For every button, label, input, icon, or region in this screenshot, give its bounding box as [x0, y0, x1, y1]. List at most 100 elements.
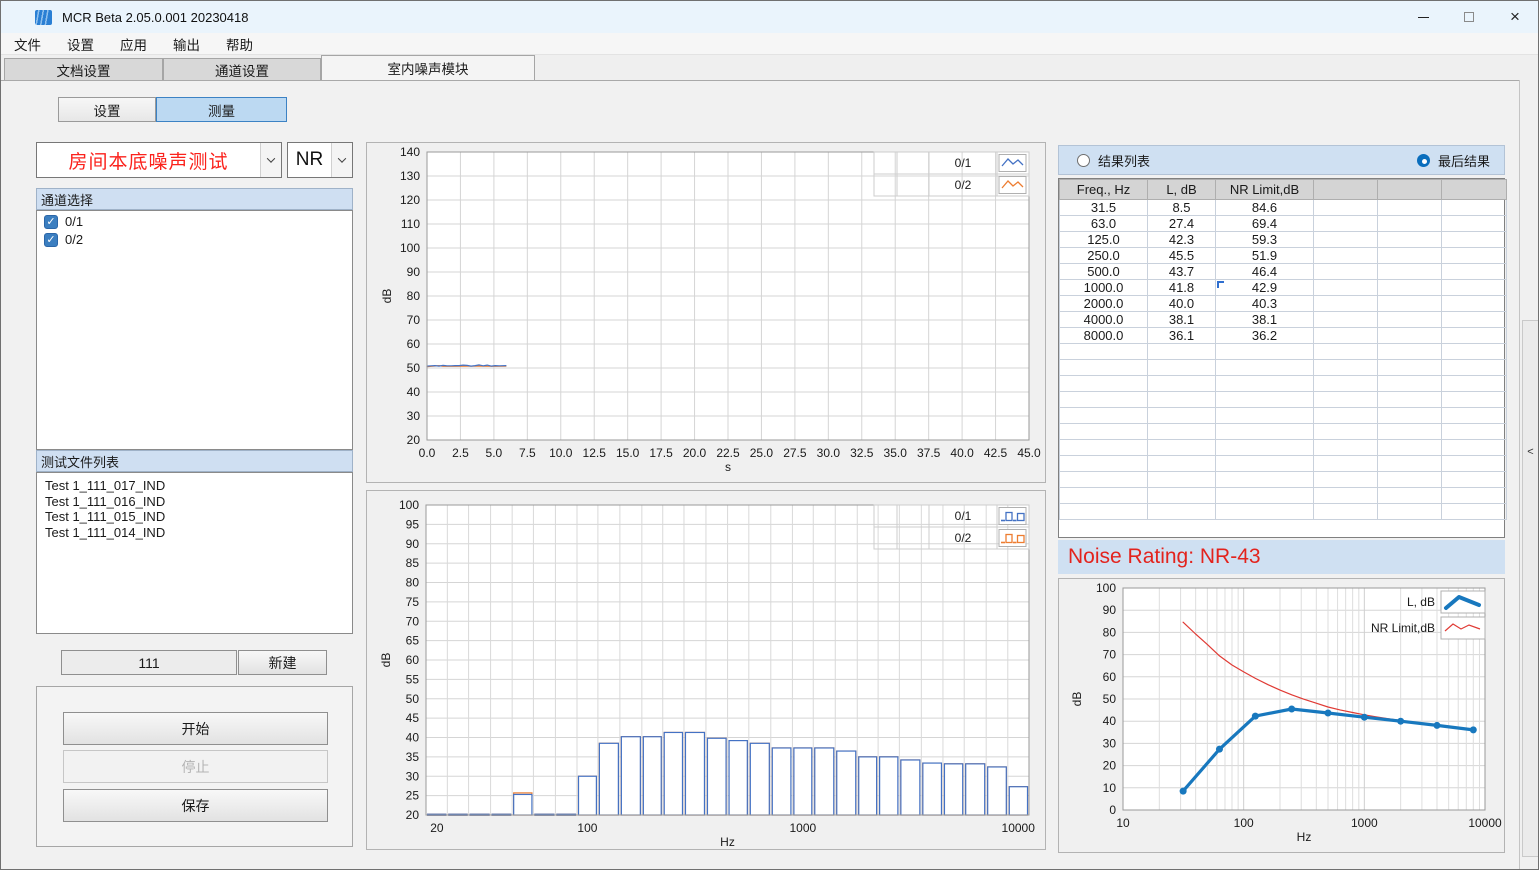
table-row[interactable]: 63.027.469.4 [1060, 216, 1507, 232]
main-tab-0[interactable]: 文档设置 [4, 58, 163, 80]
table-cell [1442, 504, 1507, 520]
svg-text:L, dB: L, dB [1407, 595, 1435, 609]
table-row[interactable] [1060, 440, 1507, 456]
svg-text:35.0: 35.0 [884, 446, 908, 460]
table-header-cell: Freq., Hz [1060, 180, 1148, 200]
table-cell: 46.4 [1216, 264, 1314, 280]
table-cell [1148, 408, 1216, 424]
table-cell [1314, 344, 1378, 360]
table-cell [1442, 392, 1507, 408]
table-cell: 84.6 [1216, 200, 1314, 216]
file-name-input[interactable]: 111 [61, 650, 237, 675]
table-row[interactable] [1060, 344, 1507, 360]
file-item-2[interactable]: Test 1_111_015_IND [37, 509, 352, 525]
table-row[interactable]: 2000.040.040.3 [1060, 296, 1507, 312]
table-header-cell: L, dB [1148, 180, 1216, 200]
svg-text:35: 35 [406, 750, 420, 764]
menu-item-3[interactable]: 输出 [160, 34, 213, 54]
subtab-1[interactable]: 测量 [156, 97, 287, 122]
time-history-chart: 20304050607080901001101201301400.02.55.0… [366, 142, 1046, 483]
table-cell: 1000.0 [1060, 280, 1148, 296]
table-row[interactable]: 31.58.584.6 [1060, 200, 1507, 216]
svg-text:12.5: 12.5 [583, 446, 607, 460]
menu-item-0[interactable]: 文件 [1, 34, 54, 54]
table-row[interactable]: 8000.036.136.2 [1060, 328, 1507, 344]
table-row[interactable] [1060, 504, 1507, 520]
table-row[interactable] [1060, 472, 1507, 488]
nr-select[interactable]: NR [287, 142, 353, 178]
table-cell: 125.0 [1060, 232, 1148, 248]
table-row[interactable]: 125.042.359.3 [1060, 232, 1507, 248]
menu-item-1[interactable]: 设置 [54, 34, 107, 54]
table-cell [1148, 392, 1216, 408]
app-logo-icon [35, 10, 52, 25]
table-cell [1442, 280, 1507, 296]
new-button[interactable]: 新建 [238, 650, 327, 675]
table-cell [1060, 408, 1148, 424]
channel-item-0[interactable]: ✓0/1 [37, 211, 352, 229]
table-cell [1216, 392, 1314, 408]
table-row[interactable] [1060, 488, 1507, 504]
svg-text:90: 90 [1103, 603, 1117, 617]
table-cell [1216, 344, 1314, 360]
radio-result-list[interactable]: 结果列表 [1059, 151, 1150, 170]
table-cell [1442, 248, 1507, 264]
svg-text:95: 95 [406, 517, 420, 531]
table-row[interactable] [1060, 360, 1507, 376]
close-button[interactable]: × [1492, 1, 1538, 33]
table-cell [1314, 488, 1378, 504]
table-cell [1314, 376, 1378, 392]
svg-text:65: 65 [406, 634, 420, 648]
channel-select-header: 通道选择 [36, 188, 353, 210]
table-row[interactable] [1060, 408, 1507, 424]
table-row[interactable] [1060, 456, 1507, 472]
table-cell [1314, 232, 1378, 248]
svg-text:s: s [725, 460, 731, 474]
table-cell: 42.9 [1216, 280, 1314, 296]
table-row[interactable]: 1000.041.842.9 [1060, 280, 1507, 296]
table-cell [1148, 488, 1216, 504]
main-tab-strip: 文档设置通道设置室内噪声模块 [1, 55, 1538, 80]
table-row[interactable]: 250.045.551.9 [1060, 248, 1507, 264]
svg-text:130: 130 [400, 169, 420, 183]
file-item-0[interactable]: Test 1_111_017_IND [37, 473, 352, 494]
svg-text:2.5: 2.5 [452, 446, 469, 460]
table-header-cell: NR Limit,dB [1216, 180, 1314, 200]
table-cell: 41.8 [1148, 280, 1216, 296]
menu-item-2[interactable]: 应用 [107, 34, 160, 54]
table-cell [1314, 472, 1378, 488]
test-type-select[interactable]: 房间本底噪声测试 [36, 142, 282, 178]
main-tab-1[interactable]: 通道设置 [163, 58, 321, 80]
svg-text:10.0: 10.0 [549, 446, 573, 460]
table-cell [1148, 504, 1216, 520]
collapse-panel-button[interactable]: < [1523, 446, 1538, 458]
table-row[interactable] [1060, 424, 1507, 440]
results-table: Freq., HzL, dBNR Limit,dB31.58.584.663.0… [1059, 179, 1507, 520]
table-row[interactable]: 4000.038.138.1 [1060, 312, 1507, 328]
table-cell [1442, 200, 1507, 216]
channel-list: ✓0/1✓0/2 [36, 210, 353, 450]
checkbox-checked-icon[interactable]: ✓ [44, 215, 58, 229]
table-cell [1314, 200, 1378, 216]
table-cell: 36.2 [1216, 328, 1314, 344]
table-row[interactable] [1060, 392, 1507, 408]
maximize-button[interactable] [1446, 1, 1492, 33]
file-item-3[interactable]: Test 1_111_014_IND [37, 525, 352, 541]
minimize-button[interactable] [1400, 1, 1446, 33]
table-row[interactable]: 500.043.746.4 [1060, 264, 1507, 280]
file-item-1[interactable]: Test 1_111_016_IND [37, 494, 352, 510]
svg-text:5.0: 5.0 [486, 446, 503, 460]
table-cell [1378, 408, 1442, 424]
radio-last-result[interactable]: 最后结果 [1399, 151, 1490, 170]
start-button[interactable]: 开始 [63, 712, 328, 745]
subtab-0[interactable]: 设置 [58, 97, 156, 122]
menu-item-4[interactable]: 帮助 [213, 34, 266, 54]
channel-item-1[interactable]: ✓0/2 [37, 229, 352, 247]
svg-text:45.0: 45.0 [1017, 446, 1041, 460]
menu-bar: 文件设置应用输出帮助 [1, 33, 1538, 55]
table-cell [1378, 456, 1442, 472]
save-button[interactable]: 保存 [63, 789, 328, 822]
main-tab-2[interactable]: 室内噪声模块 [321, 55, 535, 80]
table-row[interactable] [1060, 376, 1507, 392]
checkbox-checked-icon[interactable]: ✓ [44, 233, 58, 247]
